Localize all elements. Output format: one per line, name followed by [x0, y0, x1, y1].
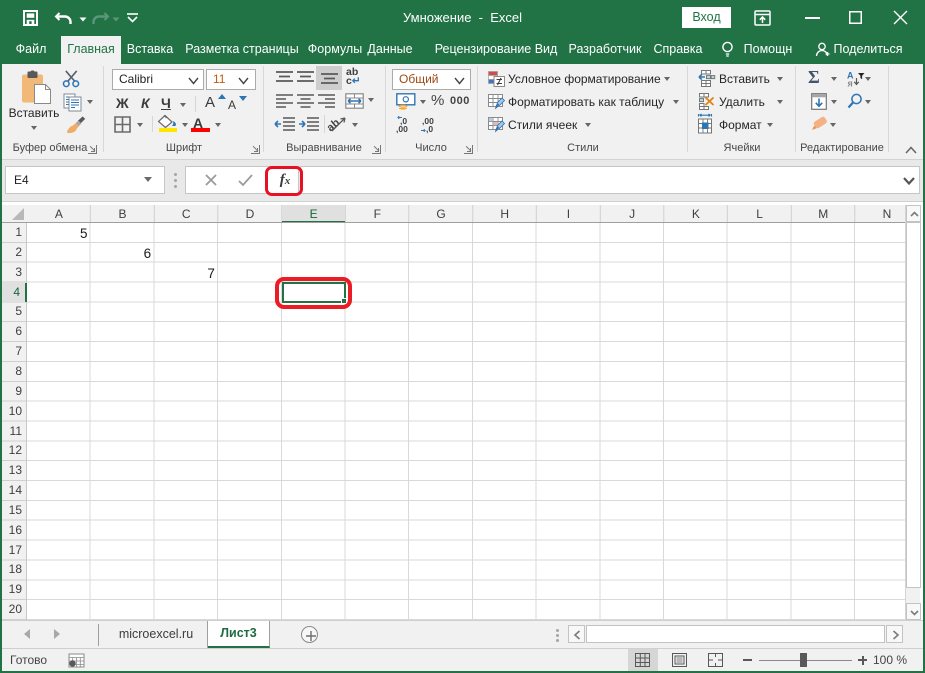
svg-text:ab: ab [325, 117, 343, 135]
svg-text:,0: ,0 [426, 124, 433, 134]
svg-text:,00: ,00 [396, 124, 408, 134]
svg-text:я: я [848, 79, 853, 89]
